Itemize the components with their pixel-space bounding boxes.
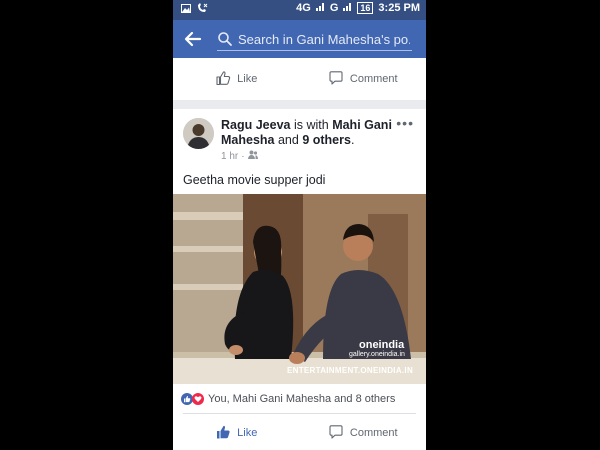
search-header	[173, 20, 426, 58]
comment-icon	[328, 70, 344, 89]
comment-icon	[328, 424, 344, 443]
missed-call-icon	[197, 3, 208, 16]
post-like-label: Like	[237, 427, 258, 439]
post-photo[interactable]: oneindia gallery.oneindia.in ENTERTAINME…	[173, 194, 426, 384]
comment-button[interactable]: Comment	[300, 58, 427, 100]
signal-icon	[315, 2, 325, 14]
feed-post: Ragu Jeeva is with Mahi Gani Mahesha and…	[173, 109, 426, 450]
watermark-gallery: gallery.oneindia.in	[349, 351, 405, 358]
network-type: 4G	[296, 2, 311, 14]
like-label: Like	[237, 73, 258, 85]
thumbs-up-filled-icon	[215, 424, 231, 443]
status-bar: 4G G 16 3:25 PM	[173, 0, 426, 20]
and-text: and	[277, 133, 299, 147]
with-text: is with	[293, 118, 329, 132]
post-like-button[interactable]: Like	[173, 416, 300, 450]
back-arrow-icon[interactable]	[183, 29, 203, 49]
battery-icon: 16	[357, 2, 374, 14]
watermark-logo: oneindia	[359, 339, 405, 351]
post-comment-label: Comment	[349, 427, 398, 439]
reactions-text: You, Mahi Gani Mahesha and 8 others	[208, 393, 396, 405]
post-actions: Like Comment	[173, 416, 426, 450]
post-comment-button[interactable]: Comment	[300, 416, 427, 450]
comment-label: Comment	[349, 73, 398, 85]
previous-post-actions: Like Comment	[173, 58, 426, 100]
watermark-site: ENTERTAINMENT.ONEINDIA.IN	[287, 366, 414, 375]
search-bar[interactable]	[217, 28, 412, 51]
search-icon	[217, 31, 233, 47]
post-time[interactable]: 1 hr	[221, 151, 238, 162]
divider	[183, 413, 416, 414]
avatar[interactable]	[183, 118, 214, 149]
like-button[interactable]: Like	[173, 58, 300, 100]
thumbs-up-icon	[215, 70, 231, 89]
signal-icon-2	[343, 2, 352, 14]
post-message: Geetha movie supper jodi	[183, 173, 326, 187]
network-type-2: G	[329, 2, 339, 14]
more-options-icon[interactable]: •••	[396, 115, 414, 131]
phone-screen: 4G G 16 3:25 PM Like	[173, 0, 426, 450]
author-name[interactable]: Ragu Jeeva	[221, 118, 290, 132]
search-input[interactable]	[238, 31, 410, 47]
post-meta: 1 hr ·	[221, 150, 258, 162]
clock: 3:25 PM	[378, 2, 420, 14]
post-headline: Ragu Jeeva is with Mahi Gani Mahesha and…	[221, 118, 392, 147]
others-link[interactable]: 9 others	[302, 133, 351, 147]
gallery-icon	[181, 3, 191, 16]
reactions-summary[interactable]: You, Mahi Gani Mahesha and 8 others	[181, 393, 395, 405]
love-reaction-icon	[192, 393, 204, 405]
friends-icon	[247, 150, 258, 162]
